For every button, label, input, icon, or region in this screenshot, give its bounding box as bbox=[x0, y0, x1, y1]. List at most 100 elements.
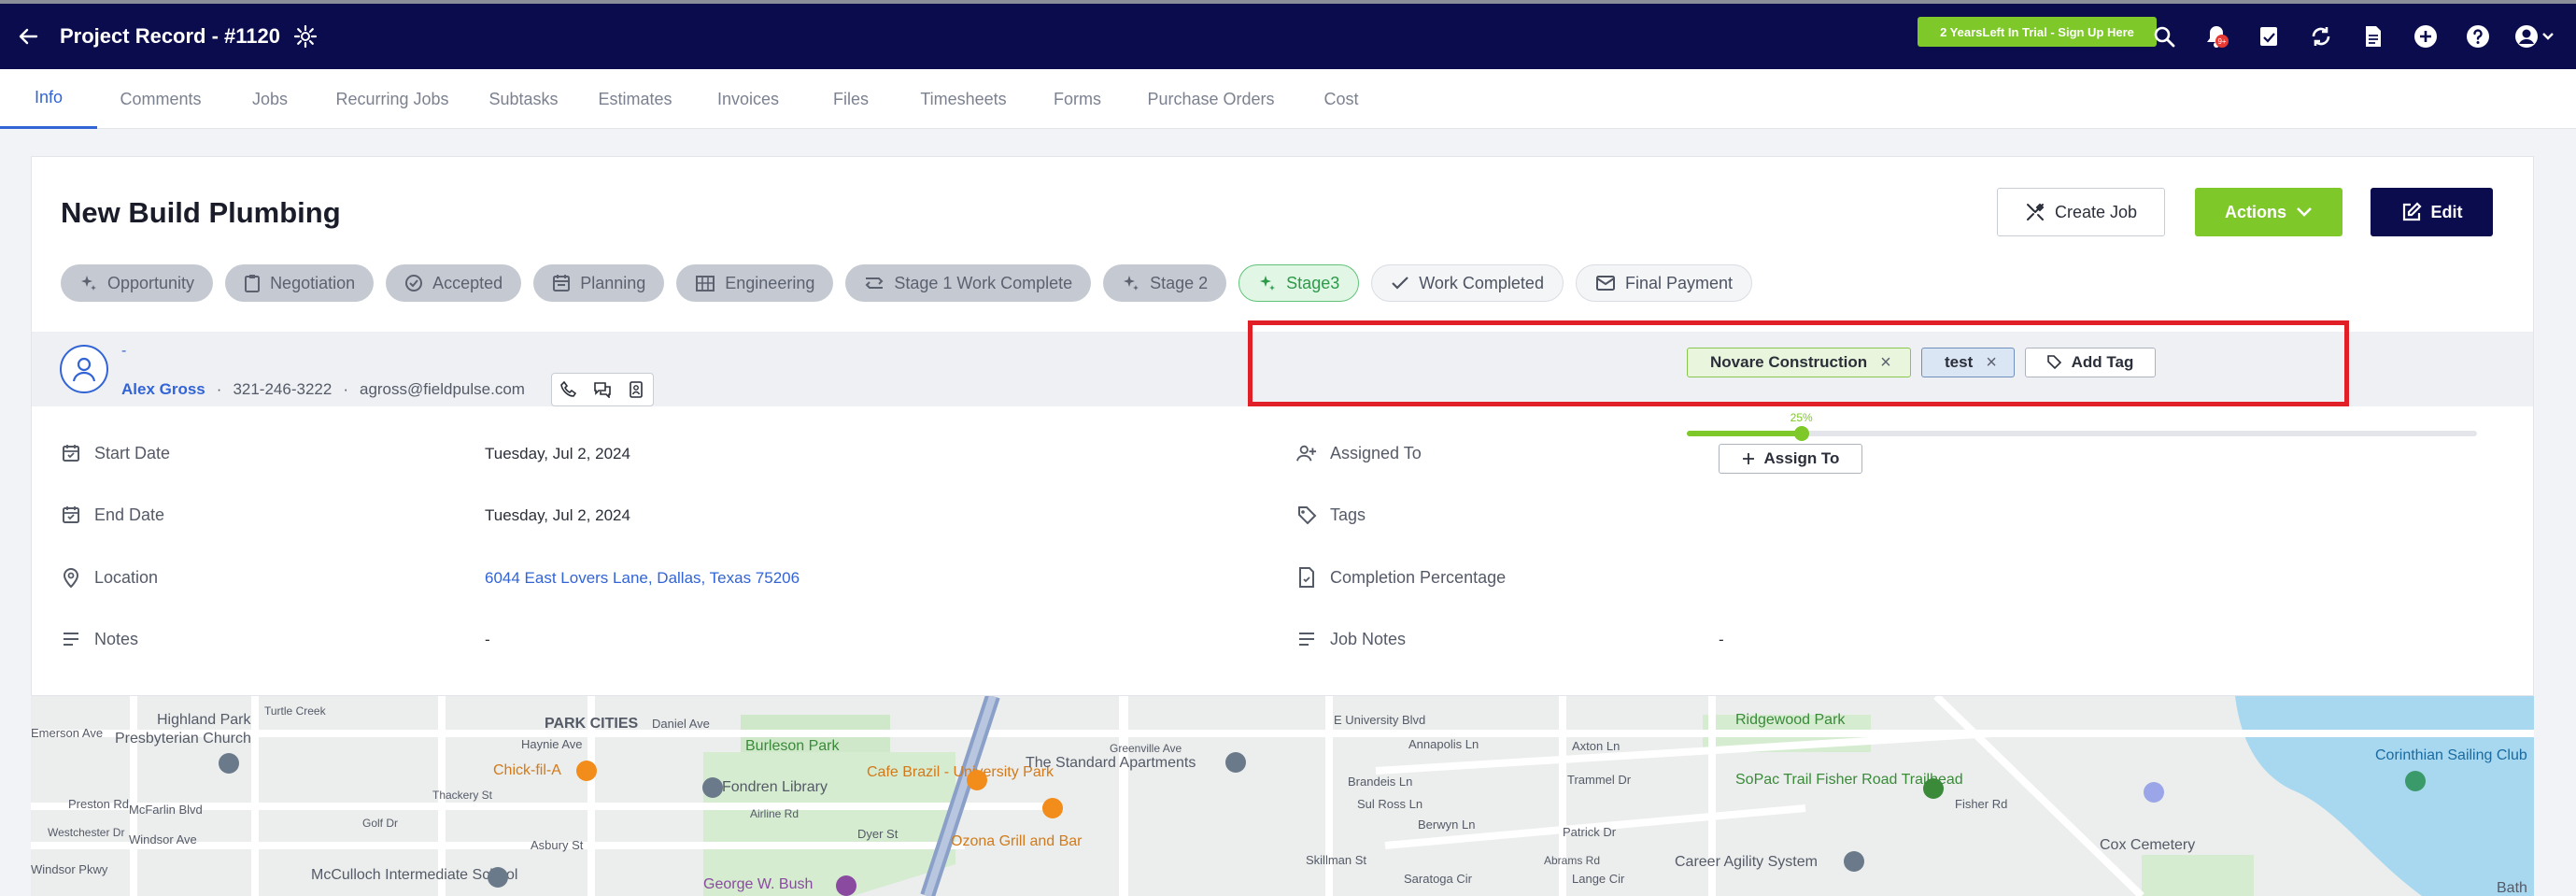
map-label: Haynie Ave bbox=[521, 737, 583, 751]
tab-comments[interactable]: Comments bbox=[97, 69, 224, 129]
map-label: Thackery St bbox=[432, 789, 493, 802]
restaurant-pin-icon bbox=[967, 770, 987, 790]
create-job-label: Create Job bbox=[2054, 202, 2138, 221]
map-label: Presbyterian Church bbox=[115, 731, 251, 747]
tab-forms[interactable]: Forms bbox=[1029, 69, 1125, 129]
contact-phone: 321-246-3222 bbox=[233, 380, 333, 398]
map-label: Preston Rd bbox=[68, 797, 129, 811]
map-label: Burleson Park bbox=[745, 738, 840, 754]
create-job-button[interactable]: Create Job bbox=[1997, 188, 2165, 236]
stage-label: Planning bbox=[580, 273, 646, 292]
stage-stage-1-work-complete[interactable]: Stage 1 Work Complete bbox=[845, 264, 1092, 302]
user-menu-icon[interactable] bbox=[2512, 18, 2557, 55]
slider-value-label: 25% bbox=[1790, 411, 1813, 424]
tab-estimates[interactable]: Estimates bbox=[578, 69, 692, 129]
map-label: E University Blvd bbox=[1334, 713, 1425, 727]
calendar-icon bbox=[61, 505, 81, 525]
actions-button[interactable]: Actions bbox=[2195, 188, 2342, 236]
project-title: New Build Plumbing bbox=[61, 196, 341, 229]
contact-details: Alex Gross · 321-246-3222 · agross@field… bbox=[121, 373, 654, 406]
map-label: Annapolis Ln bbox=[1408, 737, 1479, 751]
map-label: Westchester Dr bbox=[48, 826, 124, 839]
marina-pin-icon bbox=[2405, 771, 2426, 791]
stage-stage3[interactable]: Stage3 bbox=[1238, 264, 1360, 302]
trial-signup-button[interactable]: 2 YearsLeft In Trial - Sign Up Here bbox=[1918, 17, 2157, 47]
tag-label: Novare Construction bbox=[1710, 353, 1868, 371]
stage-planning[interactable]: Planning bbox=[533, 264, 665, 302]
separator-dot: · bbox=[343, 380, 348, 398]
close-icon[interactable]: × bbox=[1880, 352, 1891, 374]
edit-label: Edit bbox=[2430, 202, 2463, 221]
tab-subtasks[interactable]: Subtasks bbox=[469, 69, 578, 129]
tab-invoices[interactable]: Invoices bbox=[692, 69, 804, 129]
completion-slider[interactable]: 25% bbox=[1687, 411, 2477, 445]
stage-negotiation[interactable]: Negotiation bbox=[225, 264, 375, 302]
map-label: Cox Cemetery bbox=[2100, 837, 2195, 853]
tab-info[interactable]: Info bbox=[0, 69, 97, 129]
map-label: Greenville Ave bbox=[1110, 742, 1182, 755]
stage-work-completed[interactable]: Work Completed bbox=[1371, 264, 1564, 302]
top-bar: Project Record - #1120 2 YearsLeft In Tr… bbox=[0, 4, 2576, 69]
stage-label: Stage 1 Work Complete bbox=[894, 273, 1073, 292]
document-icon[interactable] bbox=[2356, 18, 2391, 55]
tag-chip[interactable]: test × bbox=[1921, 348, 2015, 377]
sparkle-icon bbox=[81, 276, 96, 291]
assign-to-button[interactable]: Assign To bbox=[1719, 444, 1862, 474]
check-circle-icon bbox=[405, 275, 423, 292]
edit-icon bbox=[2402, 202, 2422, 221]
map-label: Fondren Library bbox=[722, 779, 828, 795]
location-map[interactable]: Highland Park Emerson Ave Presbyterian C… bbox=[31, 696, 2534, 896]
phone-icon[interactable] bbox=[552, 374, 586, 405]
location-link[interactable]: 6044 East Lovers Lane, Dallas, Texas 752… bbox=[485, 569, 800, 588]
tab-purchase-orders[interactable]: Purchase Orders bbox=[1125, 69, 1296, 129]
search-icon[interactable] bbox=[2146, 18, 2182, 55]
tab-jobs[interactable]: Jobs bbox=[224, 69, 316, 129]
stage-opportunity[interactable]: Opportunity bbox=[61, 264, 214, 302]
clipboard-icon[interactable] bbox=[2251, 18, 2286, 55]
top-icon-group: 9+ bbox=[2146, 4, 2557, 69]
slider-handle[interactable] bbox=[1793, 426, 1809, 441]
stage-final-payment[interactable]: Final Payment bbox=[1575, 264, 1753, 302]
tab-files[interactable]: Files bbox=[804, 69, 898, 129]
bell-icon[interactable]: 9+ bbox=[2199, 18, 2234, 55]
user-icon bbox=[72, 357, 96, 382]
map-label: Berwyn Ln bbox=[1418, 818, 1475, 832]
close-icon[interactable]: × bbox=[1986, 352, 1997, 374]
tag-chip[interactable]: Novare Construction × bbox=[1687, 348, 1911, 377]
plus-icon bbox=[1742, 453, 1754, 464]
location-pin-icon bbox=[61, 567, 81, 588]
tab-cost[interactable]: Cost bbox=[1296, 69, 1386, 129]
gear-icon[interactable] bbox=[291, 22, 319, 50]
chat-icon[interactable] bbox=[586, 374, 619, 405]
stage-accepted[interactable]: Accepted bbox=[386, 264, 522, 302]
edit-button[interactable]: Edit bbox=[2371, 188, 2493, 236]
completion-label: Completion Percentage bbox=[1330, 568, 1507, 587]
help-icon[interactable] bbox=[2460, 18, 2496, 55]
tab-recurring-jobs[interactable]: Recurring Jobs bbox=[316, 69, 469, 129]
map-label: Airline Rd bbox=[750, 807, 799, 820]
sync-icon[interactable] bbox=[2303, 18, 2339, 55]
stage-stage-2[interactable]: Stage 2 bbox=[1103, 264, 1227, 302]
map-label: Sul Ross Ln bbox=[1357, 797, 1422, 811]
page-title: Project Record - #1120 bbox=[60, 24, 281, 48]
tab-timesheets[interactable]: Timesheets bbox=[898, 69, 1029, 129]
assigned-to-label: Assigned To bbox=[1330, 444, 1422, 462]
plus-circle-icon[interactable] bbox=[2408, 18, 2443, 55]
tab-bar: Info Comments Jobs Recurring Jobs Subtas… bbox=[0, 69, 2576, 129]
contact-name-link[interactable]: Alex Gross bbox=[121, 380, 205, 399]
stage-label: Work Completed bbox=[1419, 273, 1544, 292]
back-arrow-icon[interactable] bbox=[0, 4, 56, 69]
contact-card-icon[interactable] bbox=[619, 374, 653, 405]
job-notes-label: Job Notes bbox=[1330, 630, 1407, 648]
stage-engineering[interactable]: Engineering bbox=[676, 264, 834, 302]
map-label: Asbury St bbox=[531, 838, 584, 852]
tag-icon bbox=[2046, 355, 2061, 370]
contact-company: - bbox=[121, 343, 127, 359]
add-tag-button[interactable]: Add Tag bbox=[2025, 348, 2156, 377]
map-label: Abrams Rd bbox=[1544, 854, 1600, 867]
notification-badge: 9+ bbox=[2215, 35, 2229, 48]
stage-label: Accepted bbox=[432, 273, 503, 292]
avatar[interactable] bbox=[60, 345, 108, 393]
map-label: Fisher Rd bbox=[1955, 797, 2007, 811]
stage-label: Engineering bbox=[725, 273, 815, 292]
